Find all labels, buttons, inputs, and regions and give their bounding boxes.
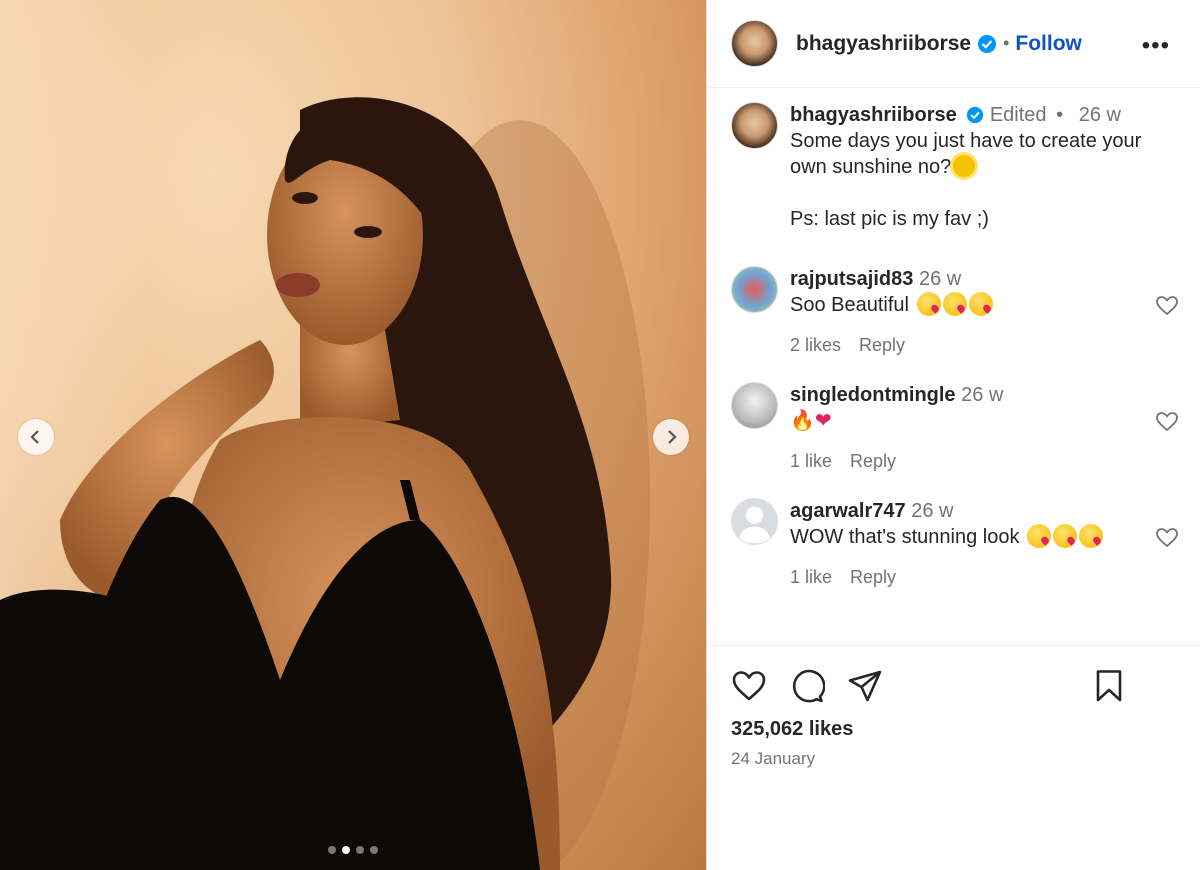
comment-time: 26 w [918, 268, 962, 290]
chevron-left-icon [30, 430, 39, 444]
comment-body: rajputsajid83 26 w Soo Beautiful 2 likes… [790, 266, 1150, 358]
caption: bhagyashriiborse Edited • 26 w Some days… [731, 102, 1187, 232]
commenter-avatar[interactable] [731, 382, 778, 429]
previous-photo-button[interactable] [18, 419, 54, 455]
kiss-emoji-icon [968, 292, 993, 316]
caption-avatar[interactable] [731, 102, 778, 149]
verified-badge-icon [967, 106, 984, 124]
red-heart-emoji-icon: ❤ [814, 410, 832, 432]
comment-time: 26 w [961, 384, 1004, 406]
comment-actions: 2 likes Reply [790, 332, 1150, 358]
caption-text-2: Ps: last pic is my fav ;) [790, 208, 989, 230]
header-separator: • [1003, 33, 1010, 53]
heart-icon[interactable] [1155, 294, 1179, 318]
kiss-emoji-icon [1053, 524, 1078, 548]
caption-separator: • [1056, 104, 1064, 126]
caption-body: bhagyashriiborse Edited • 26 w Some days… [790, 102, 1170, 232]
post-details-panel: bhagyashriiborse • Follow ••• bhagyashri… [706, 0, 1200, 870]
commenter-avatar[interactable] [731, 498, 778, 545]
action-bar [731, 646, 1177, 726]
commenter-avatar[interactable] [731, 266, 778, 313]
comment-text: Soo Beautiful [790, 294, 909, 316]
post-modal: bhagyashriiborse • Follow ••• bhagyashri… [0, 0, 1200, 870]
comment-icon[interactable] [789, 668, 825, 704]
heart-icon[interactable] [731, 668, 767, 704]
carousel-indicator [328, 846, 378, 854]
comment-likes[interactable]: 1 like [790, 567, 832, 587]
sun-emoji-icon [953, 155, 976, 177]
post-date: 24 January [731, 749, 816, 768]
comment-item: agarwalr747 26 w WOW that's stunning loo… [731, 498, 1187, 590]
comment-likes[interactable]: 2 likes [790, 335, 841, 355]
heart-icon[interactable] [1155, 410, 1179, 434]
carousel-dot [328, 846, 336, 854]
edited-label: Edited [989, 104, 1047, 126]
comment-username[interactable]: singledontmingle [790, 384, 956, 406]
comment-text: WOW that's stunning look [790, 526, 1020, 548]
carousel-dot [370, 846, 378, 854]
carousel-dot [356, 846, 364, 854]
chevron-right-icon [668, 430, 677, 444]
reply-button[interactable]: Reply [850, 451, 896, 471]
share-icon[interactable] [847, 668, 883, 704]
comment-time: 26 w [911, 500, 954, 522]
likes-count[interactable]: 325,062 likes [731, 718, 1177, 741]
kiss-emoji-icon [1027, 524, 1052, 548]
comment-body: agarwalr747 26 w WOW that's stunning loo… [790, 498, 1150, 590]
default-avatar-icon [737, 506, 772, 543]
caption-username[interactable]: bhagyashriiborse [790, 104, 957, 126]
carousel-dot-active [342, 846, 350, 854]
author-username[interactable]: bhagyashriiborse [796, 32, 971, 56]
author-avatar[interactable] [731, 20, 778, 67]
comment-body: singledontmingle 26 w 🔥❤ 1 like Reply [790, 382, 1150, 474]
next-photo-button[interactable] [653, 419, 689, 455]
kiss-emoji-icon [1079, 524, 1104, 548]
portrait-illustration [0, 97, 650, 870]
comment-text: 🔥❤ [790, 408, 1150, 434]
comments-list[interactable]: bhagyashriiborse Edited • 26 w Some days… [731, 102, 1187, 642]
comment-likes[interactable]: 1 like [790, 451, 832, 471]
post-photo[interactable] [0, 0, 706, 870]
heart-icon[interactable] [1155, 526, 1179, 550]
bookmark-icon[interactable] [1091, 668, 1127, 704]
comment-item: rajputsajid83 26 w Soo Beautiful 2 likes… [731, 266, 1187, 358]
verified-badge-icon [978, 34, 997, 53]
reply-button[interactable]: Reply [850, 567, 896, 587]
comment-username[interactable]: rajputsajid83 [790, 268, 913, 290]
kiss-emoji-icon [916, 292, 941, 316]
comment-actions: 1 like Reply [790, 448, 1150, 474]
fire-emoji-icon: 🔥 [790, 410, 815, 432]
more-options-button[interactable]: ••• [1142, 32, 1170, 60]
kiss-emoji-icon [942, 292, 967, 316]
comment-actions: 1 like Reply [790, 564, 1150, 590]
follow-button[interactable]: Follow [1015, 32, 1082, 56]
comment-item: singledontmingle 26 w 🔥❤ 1 like Reply [731, 382, 1187, 474]
post-header: bhagyashriiborse • Follow ••• [707, 0, 1200, 88]
caption-time: 26 w [1078, 104, 1121, 126]
post-footer: 325,062 likes 24 January [707, 645, 1200, 769]
reply-button[interactable]: Reply [859, 335, 905, 355]
comment-username[interactable]: agarwalr747 [790, 500, 906, 522]
